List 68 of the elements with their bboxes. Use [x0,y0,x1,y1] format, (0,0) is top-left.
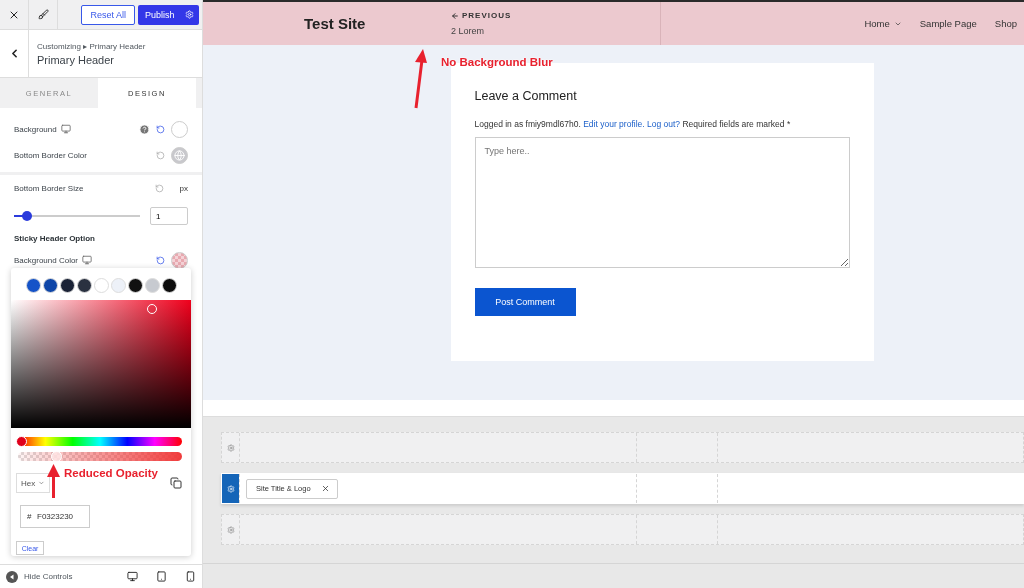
reset-icon[interactable] [156,255,165,265]
arrow-left-icon [451,11,459,20]
logout-link[interactable]: Log out? [647,119,681,129]
annotation-arrow [412,48,428,110]
gear-icon [226,525,235,534]
publish-button[interactable]: Publish [138,4,199,25]
desktop-icon[interactable] [127,571,138,582]
color-swatch[interactable] [171,120,188,138]
reset-icon[interactable] [154,184,164,193]
setting-label: Bottom Border Color [14,150,87,160]
reset-icon[interactable] [156,124,165,134]
gear-icon [226,443,235,452]
globe-icon [174,149,185,161]
comment-field[interactable]: Type here.. [474,137,850,268]
setting-label: Bottom Border Size [14,184,84,193]
saturation-field[interactable] [11,300,191,428]
previous-post-title: 2 Lorem [451,26,486,36]
color-preset[interactable] [93,278,109,293]
number-field[interactable]: 1 [150,207,188,225]
annotation-text: No Background Blur [441,56,553,68]
hue-slider[interactable] [18,437,182,446]
setting-label: Background Color [14,255,79,265]
annotation-arrow [46,463,61,499]
edit-profile-link[interactable]: Edit your profile. [583,119,645,129]
color-swatch[interactable] [171,146,188,164]
slider-thumb[interactable] [21,211,32,221]
color-swatch[interactable] [171,251,188,269]
color-preset[interactable] [161,278,177,293]
menu-item[interactable]: Home [864,18,902,29]
comment-heading: Leave a Comment [474,89,578,103]
menu-item[interactable]: Sample Page [919,18,977,29]
color-preset[interactable] [25,278,41,293]
collapse-icon [6,570,18,583]
opacity-thumb[interactable] [50,451,62,462]
annotation-text: Reduced Opacity [64,467,158,479]
panel-title: Primary Header [37,53,116,66]
breadcrumb: Customizing ▸ Primary Header [37,41,146,51]
gear-icon[interactable] [185,10,194,19]
help-icon[interactable] [139,123,150,135]
reset-icon[interactable] [156,150,165,160]
opacity-slider[interactable] [18,452,182,461]
logged-in-text: Logged in as fmiy9mdl67h0. Edit your profile. Log out? Required fields are marked * [474,119,792,129]
remove-icon[interactable] [320,484,330,493]
brush-icon [37,9,49,20]
setting-label: Background [14,124,57,134]
hue-thumb[interactable] [16,436,28,447]
color-preset[interactable] [59,278,75,293]
smartphone-icon[interactable] [185,571,196,582]
chevron-down-icon [38,479,45,487]
hide-controls-button[interactable]: Hide Controls [6,570,73,583]
color-preset[interactable] [110,278,126,293]
color-preset[interactable] [144,278,160,293]
reset-all-button[interactable]: Reset All [81,4,135,25]
gear-icon [226,484,235,493]
site-title: Test Site [304,15,367,32]
color-preset[interactable] [127,278,143,293]
format-select[interactable]: Hex [16,473,50,493]
color-preset[interactable] [42,278,58,293]
row-settings-button[interactable] [222,474,239,503]
hash-prefix: # [27,512,32,521]
unit-label: px [179,184,188,193]
section-heading: Sticky Header Option [14,233,96,245]
menu-item[interactable]: Shop [994,18,1017,29]
previous-link[interactable]: PREVIOUS [451,11,660,20]
post-comment-button[interactable]: Post Comment [474,288,576,316]
copy-icon[interactable] [170,477,182,489]
color-preset[interactable] [76,278,92,293]
tablet-icon[interactable] [156,571,167,582]
